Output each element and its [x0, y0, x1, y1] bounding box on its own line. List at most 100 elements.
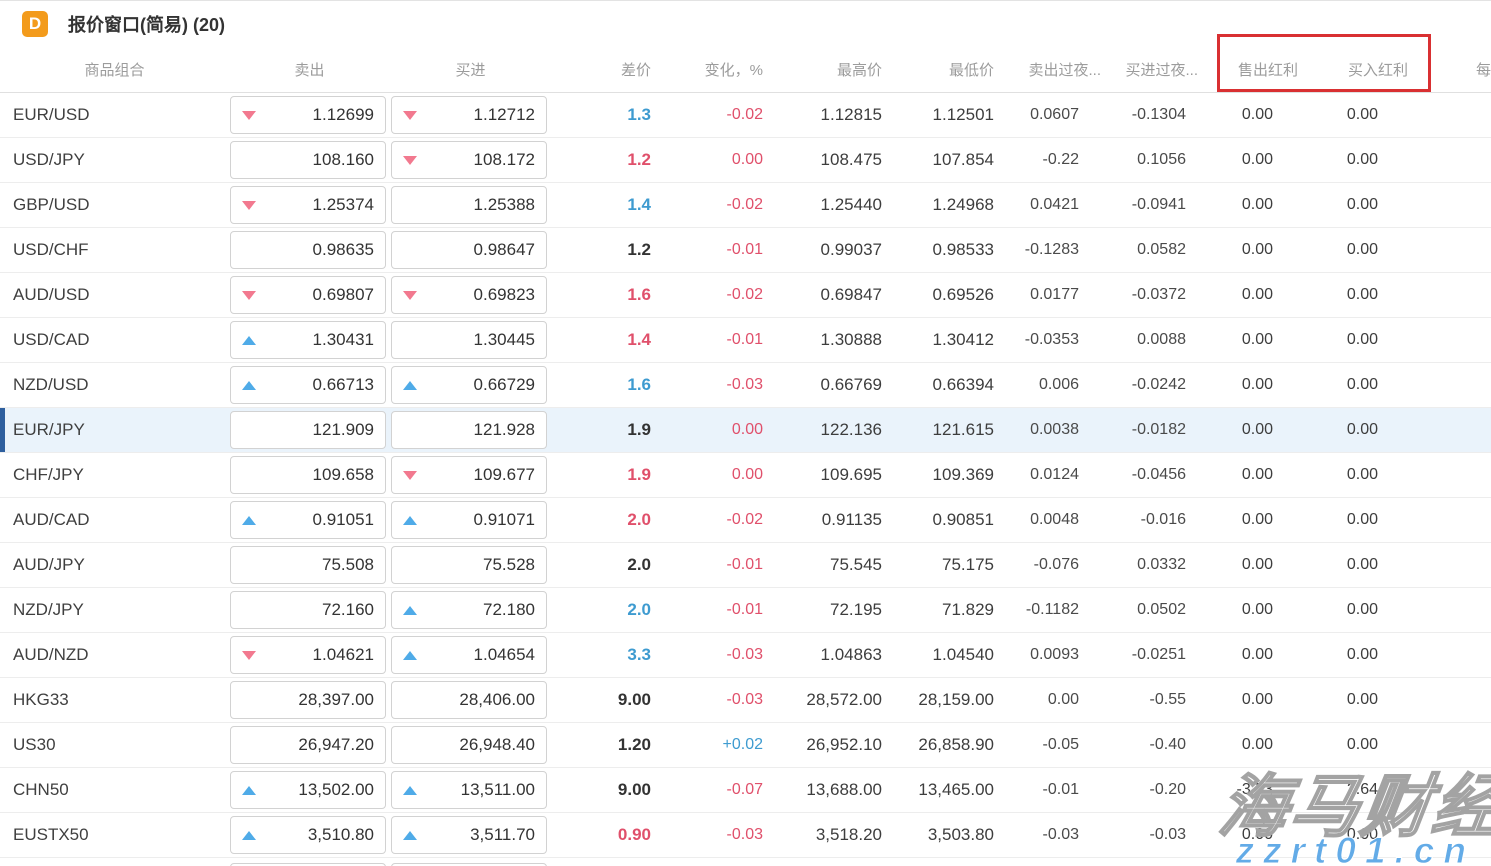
quote-row[interactable]: USD/CHF0.986350.986471.2-0.010.990370.98… [0, 228, 1491, 273]
low-value: 109.369 [882, 465, 994, 485]
quote-row[interactable]: AUD/USD0.698070.698231.6-0.020.698470.69… [0, 273, 1491, 318]
sell-price-box[interactable]: 72.160 [230, 591, 386, 629]
col-header-sell-dividend[interactable]: 售出红利 [1211, 59, 1298, 80]
buy-price-box[interactable]: 1.25388 [391, 186, 547, 224]
high-value: 1.30888 [763, 330, 882, 350]
quote-row[interactable]: AUD/NZD1.046211.046543.3-0.031.048631.04… [0, 633, 1491, 678]
low-value: 0.69526 [882, 285, 994, 305]
col-header-symbol[interactable]: 商品组合 [0, 59, 229, 80]
sell-price-box-value: 0.69807 [313, 285, 374, 305]
quote-row[interactable]: USD/JPY108.160108.1721.20.00108.475107.8… [0, 138, 1491, 183]
col-header-sell-swap[interactable]: 卖出过夜... [1016, 59, 1101, 80]
col-header-buy[interactable]: 买进 [390, 59, 551, 80]
buy-price-box[interactable]: 0.98647 [391, 231, 547, 269]
buy-price-box[interactable]: 0.66729 [391, 366, 547, 404]
sell-price-box[interactable]: 0.91051 [230, 501, 386, 539]
buy-swap-value: -0.0182 [1079, 421, 1186, 439]
buy-price-box[interactable]: 121.928 [391, 411, 547, 449]
down-arrow-icon [242, 291, 256, 300]
buy-price-box[interactable]: 13,511.00 [391, 771, 547, 809]
spread-value: 2.0 [551, 555, 651, 575]
sell-swap-value: -0.01 [994, 781, 1079, 799]
low-value: 1.30412 [882, 330, 994, 350]
buy-price-box[interactable]: 1.30445 [391, 321, 547, 359]
spread-value: 1.6 [551, 285, 651, 305]
quote-row[interactable]: NZD/JPY72.16072.1802.0-0.0172.19571.829-… [0, 588, 1491, 633]
sell-price-box-value: 26,947.20 [298, 735, 374, 755]
buy-swap-value: -0.03 [1079, 826, 1186, 844]
sell-price-box-value: 75.508 [322, 555, 374, 575]
buy-price-box[interactable]: 1.12712 [391, 96, 547, 134]
buy-swap-value: -0.0251 [1079, 646, 1186, 664]
up-arrow-icon [242, 831, 256, 840]
down-arrow-icon [403, 111, 417, 120]
quote-row[interactable]: HKG3328,397.0028,406.009.00-0.0328,572.0… [0, 678, 1491, 723]
col-header-change[interactable]: 变化，% [651, 59, 763, 80]
sell-price-box[interactable]: 26,947.20 [230, 726, 386, 764]
buy-price-box-value: 109.677 [474, 465, 535, 485]
sell-price-box[interactable]: 3,510.80 [230, 816, 386, 854]
high-value: 0.69847 [763, 285, 882, 305]
buy-price-box[interactable]: 0.91071 [391, 501, 547, 539]
down-arrow-icon [403, 471, 417, 480]
buy-price-box[interactable]: 0.69823 [391, 276, 547, 314]
col-header-spread[interactable]: 差价 [551, 59, 651, 80]
quote-row[interactable]: NZD/USD0.667130.667291.6-0.030.667690.66… [0, 363, 1491, 408]
col-header-high[interactable]: 最高价 [763, 59, 882, 80]
quote-row[interactable]: EUR/USD1.126991.127121.3-0.021.128151.12… [0, 93, 1491, 138]
sell-price-box[interactable]: 1.12699 [230, 96, 386, 134]
col-header-low[interactable]: 最低价 [882, 59, 994, 80]
high-value: 109.695 [763, 465, 882, 485]
sell-price-box[interactable]: 108.160 [230, 141, 386, 179]
sell-price-box-value: 109.658 [313, 465, 374, 485]
col-header-buy-swap[interactable]: 买进过夜... [1091, 59, 1198, 80]
sell-price-box[interactable]: 75.508 [230, 546, 386, 584]
sell-price-box[interactable]: 1.30431 [230, 321, 386, 359]
buy-dividend-value: 0.00 [1273, 151, 1378, 169]
quote-row[interactable]: GBP/USD1.253741.253881.4-0.021.254401.24… [0, 183, 1491, 228]
quote-row[interactable]: US3026,947.2026,948.401.20+0.0226,952.10… [0, 723, 1491, 768]
quote-row[interactable]: AUD/CAD0.910510.910712.0-0.020.911350.90… [0, 498, 1491, 543]
sell-swap-value: 0.0607 [994, 106, 1079, 124]
sell-price-box[interactable]: 13,502.00 [230, 771, 386, 809]
buy-price-box[interactable]: 75.528 [391, 546, 547, 584]
sell-price-box[interactable]: 1.04621 [230, 636, 386, 674]
col-header-buy-dividend[interactable]: 买入红利 [1303, 59, 1408, 80]
sell-price-box[interactable]: 1.25374 [230, 186, 386, 224]
sell-price-box-value: 3,510.80 [308, 825, 374, 845]
spread-value: 1.9 [551, 465, 651, 485]
quote-row[interactable]: EUR/JPY121.909121.9281.90.00122.136121.6… [0, 408, 1491, 453]
change-value: -0.02 [651, 106, 763, 124]
high-value: 28,572.00 [763, 690, 882, 710]
buy-dividend-value: 0.00 [1273, 421, 1378, 439]
buy-price-box[interactable]: 72.180 [391, 591, 547, 629]
up-arrow-icon [403, 606, 417, 615]
high-value: 26,952.10 [763, 735, 882, 755]
symbol-label: NZD/JPY [0, 600, 229, 620]
buy-price-box[interactable]: 1.04654 [391, 636, 547, 674]
sell-dividend-value: 0.00 [1186, 151, 1273, 169]
sell-price-box[interactable]: 28,397.00 [230, 681, 386, 719]
quote-row[interactable]: USD/CAD1.304311.304451.4-0.011.308881.30… [0, 318, 1491, 363]
col-header-sell[interactable]: 卖出 [229, 59, 390, 80]
quote-row[interactable]: CHN5013,502.0013,511.009.00-0.0713,688.0… [0, 768, 1491, 813]
buy-swap-value: -0.55 [1079, 691, 1186, 709]
sell-price-box[interactable]: 0.69807 [230, 276, 386, 314]
sell-dividend-value: 0.00 [1186, 646, 1273, 664]
sell-price-box[interactable]: 109.658 [230, 456, 386, 494]
low-value: 121.615 [882, 420, 994, 440]
spread-value: 2.0 [551, 510, 651, 530]
sell-price-box[interactable]: 0.66713 [230, 366, 386, 404]
buy-price-box[interactable]: 108.172 [391, 141, 547, 179]
buy-price-box[interactable]: 109.677 [391, 456, 547, 494]
buy-price-box[interactable]: 26,948.40 [391, 726, 547, 764]
quote-row[interactable]: EUSTX503,510.803,511.700.90-0.033,518.20… [0, 813, 1491, 858]
buy-price-box[interactable]: 28,406.00 [391, 681, 547, 719]
sell-price-box[interactable]: 0.98635 [230, 231, 386, 269]
quote-row[interactable]: AUD/JPY75.50875.5282.0-0.0175.54575.175-… [0, 543, 1491, 588]
sell-price-box[interactable]: 121.909 [230, 411, 386, 449]
buy-swap-value: -0.40 [1079, 736, 1186, 754]
quote-row[interactable]: CHF/JPY109.658109.6771.90.00109.695109.3… [0, 453, 1491, 498]
up-arrow-icon [242, 381, 256, 390]
buy-price-box[interactable]: 3,511.70 [391, 816, 547, 854]
